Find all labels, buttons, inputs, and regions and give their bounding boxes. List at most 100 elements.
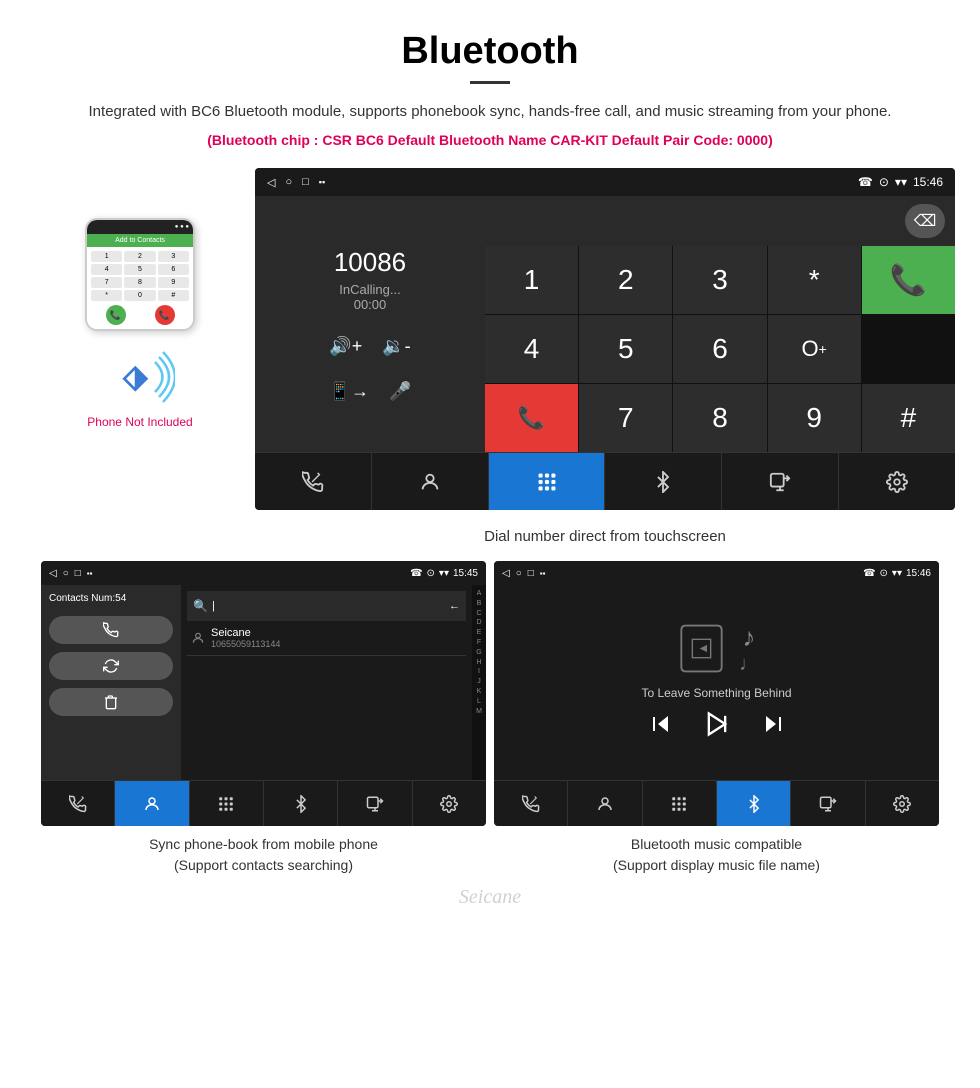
key-7[interactable]: 7: [579, 384, 672, 452]
alpha-m[interactable]: M: [476, 707, 482, 717]
key-2[interactable]: 2: [579, 246, 672, 314]
alpha-l[interactable]: L: [477, 697, 481, 707]
volume-up-button[interactable]: 🔊+: [329, 336, 362, 357]
bnav-contacts[interactable]: [115, 781, 189, 826]
nav-contacts[interactable]: [372, 453, 489, 510]
contacts-right-panel: 🔍 | ← Seicane 10655059113144: [181, 585, 486, 780]
numpad-grid: 1 2 3 * 📞 4 5 6 O+ 📞 7 8 9: [485, 246, 955, 452]
contact-item[interactable]: Seicane 10655059113144: [187, 621, 466, 656]
alpha-j[interactable]: J: [477, 677, 481, 687]
call-contact-button[interactable]: [49, 616, 173, 644]
bnav-bluetooth[interactable]: [264, 781, 338, 826]
alpha-c[interactable]: C: [476, 609, 481, 619]
key-3[interactable]: 3: [673, 246, 766, 314]
phone-not-included-label: Phone Not Included: [87, 415, 192, 429]
key-8[interactable]: 8: [673, 384, 766, 452]
bnav-settings[interactable]: [413, 781, 486, 826]
alpha-i[interactable]: I: [478, 667, 480, 677]
contacts-search-bar[interactable]: 🔍 | ←: [187, 591, 466, 621]
dial-screen: ◁ ○ □ ▪▪ ☎ ⊙ ▾▾ 15:46: [255, 168, 955, 510]
search-back-icon: ←: [449, 600, 460, 612]
bnav-call[interactable]: [41, 781, 115, 826]
volume-down-button[interactable]: 🔉-: [382, 336, 410, 357]
header-specs: (Bluetooth chip : CSR BC6 Default Blueto…: [60, 132, 920, 148]
dial-status-bar: ◁ ○ □ ▪▪ ☎ ⊙ ▾▾ 15:46: [255, 168, 955, 196]
cs-call-icon: ☎: [410, 568, 422, 579]
refresh-contact-button[interactable]: [49, 652, 173, 680]
bnav-dialpad[interactable]: [190, 781, 264, 826]
page-header: Bluetooth Integrated with BC6 Bluetooth …: [0, 0, 980, 158]
key-1[interactable]: 1: [485, 246, 578, 314]
recents-icon: □: [302, 176, 309, 188]
phone-status-icons: ● ● ●: [175, 224, 189, 230]
alpha-h[interactable]: H: [476, 658, 481, 668]
nav-call[interactable]: [255, 453, 372, 510]
music-caption: Bluetooth music compatible(Support displ…: [494, 834, 939, 876]
back-icon: ◁: [267, 176, 275, 189]
svg-text:⬗: ⬗: [122, 358, 149, 394]
music-art-area: ♪ ♩: [674, 621, 759, 676]
nav-transfer[interactable]: [722, 453, 839, 510]
alpha-d[interactable]: D: [476, 618, 481, 628]
contacts-screen: ◁ ○ □ ▪▪ ☎ ⊙ ▾▾ 15:45 Contacts Num:54: [41, 561, 486, 826]
contacts-list: 🔍 | ← Seicane 10655059113144: [181, 585, 472, 780]
mnav-dialpad[interactable]: [643, 781, 717, 826]
music-controls: [649, 710, 785, 744]
ms-home-icon: ○: [516, 568, 522, 579]
phone-key-8: 8: [124, 277, 155, 288]
alpha-b[interactable]: B: [477, 599, 482, 609]
dialed-number: 10086: [271, 247, 469, 278]
phone-call-button[interactable]: 📞: [106, 305, 126, 325]
nav-bluetooth[interactable]: [605, 453, 722, 510]
mnav-bluetooth[interactable]: [717, 781, 791, 826]
mute-button[interactable]: 🎤: [389, 381, 411, 402]
key-hash[interactable]: #: [862, 384, 955, 452]
key-5[interactable]: 5: [579, 315, 672, 383]
alpha-e[interactable]: E: [477, 628, 482, 638]
main-section: ● ● ● Add to Contacts 1 2 3 4 5 6 7 8 9 …: [0, 158, 980, 561]
end-call-button[interactable]: 📞: [485, 384, 578, 452]
next-track-button[interactable]: [761, 712, 785, 742]
search-icon: 🔍: [193, 599, 208, 613]
call-button[interactable]: 📞: [862, 246, 955, 314]
play-pause-button[interactable]: [703, 710, 731, 744]
music-status-left: ◁ ○ □ ▪▪: [502, 568, 545, 579]
dial-screen-container: ◁ ○ □ ▪▪ ☎ ⊙ ▾▾ 15:46: [255, 168, 955, 510]
nav-settings[interactable]: [839, 453, 955, 510]
alpha-a[interactable]: A: [477, 589, 482, 599]
alpha-g[interactable]: G: [476, 648, 481, 658]
cs-recents-icon: □: [75, 568, 81, 579]
alpha-f[interactable]: F: [477, 638, 481, 648]
alpha-k[interactable]: K: [477, 687, 482, 697]
dial-right-panel: ⌫ 1 2 3 * 📞 4 5 6 O+ 📞: [485, 196, 955, 452]
key-4[interactable]: 4: [485, 315, 578, 383]
key-9[interactable]: 9: [768, 384, 861, 452]
phone-key-star: *: [91, 290, 122, 301]
key-0plus[interactable]: O+: [768, 315, 861, 383]
phone-key-6: 6: [158, 264, 189, 275]
delete-contact-button[interactable]: [49, 688, 173, 716]
transfer-button[interactable]: 📱→: [329, 381, 369, 402]
page-title: Bluetooth: [60, 30, 920, 73]
mnav-transfer[interactable]: [791, 781, 865, 826]
mnav-settings[interactable]: [866, 781, 939, 826]
number-input-row: ⌫: [485, 196, 955, 246]
key-star[interactable]: *: [768, 246, 861, 314]
contacts-status-bar: ◁ ○ □ ▪▪ ☎ ⊙ ▾▾ 15:45: [41, 561, 486, 585]
phone-end-button[interactable]: 📞: [155, 305, 175, 325]
phone-key-7: 7: [91, 277, 122, 288]
bnav-transfer[interactable]: [338, 781, 412, 826]
contacts-status-left: ◁ ○ □ ▪▪: [49, 568, 92, 579]
mnav-call[interactable]: [494, 781, 568, 826]
time-display: 15:46: [913, 175, 943, 189]
backspace-button[interactable]: ⌫: [905, 204, 945, 238]
key-6[interactable]: 6: [673, 315, 766, 383]
phone-key-1: 1: [91, 251, 122, 262]
search-input[interactable]: |: [212, 600, 445, 612]
prev-track-button[interactable]: [649, 712, 673, 742]
phone-key-5: 5: [124, 264, 155, 275]
mnav-contacts[interactable]: [568, 781, 642, 826]
nav-dialpad[interactable]: [489, 453, 606, 510]
bottom-captions-row: Sync phone-book from mobile phone(Suppor…: [40, 834, 940, 876]
phone-side-panel: ● ● ● Add to Contacts 1 2 3 4 5 6 7 8 9 …: [25, 158, 255, 429]
